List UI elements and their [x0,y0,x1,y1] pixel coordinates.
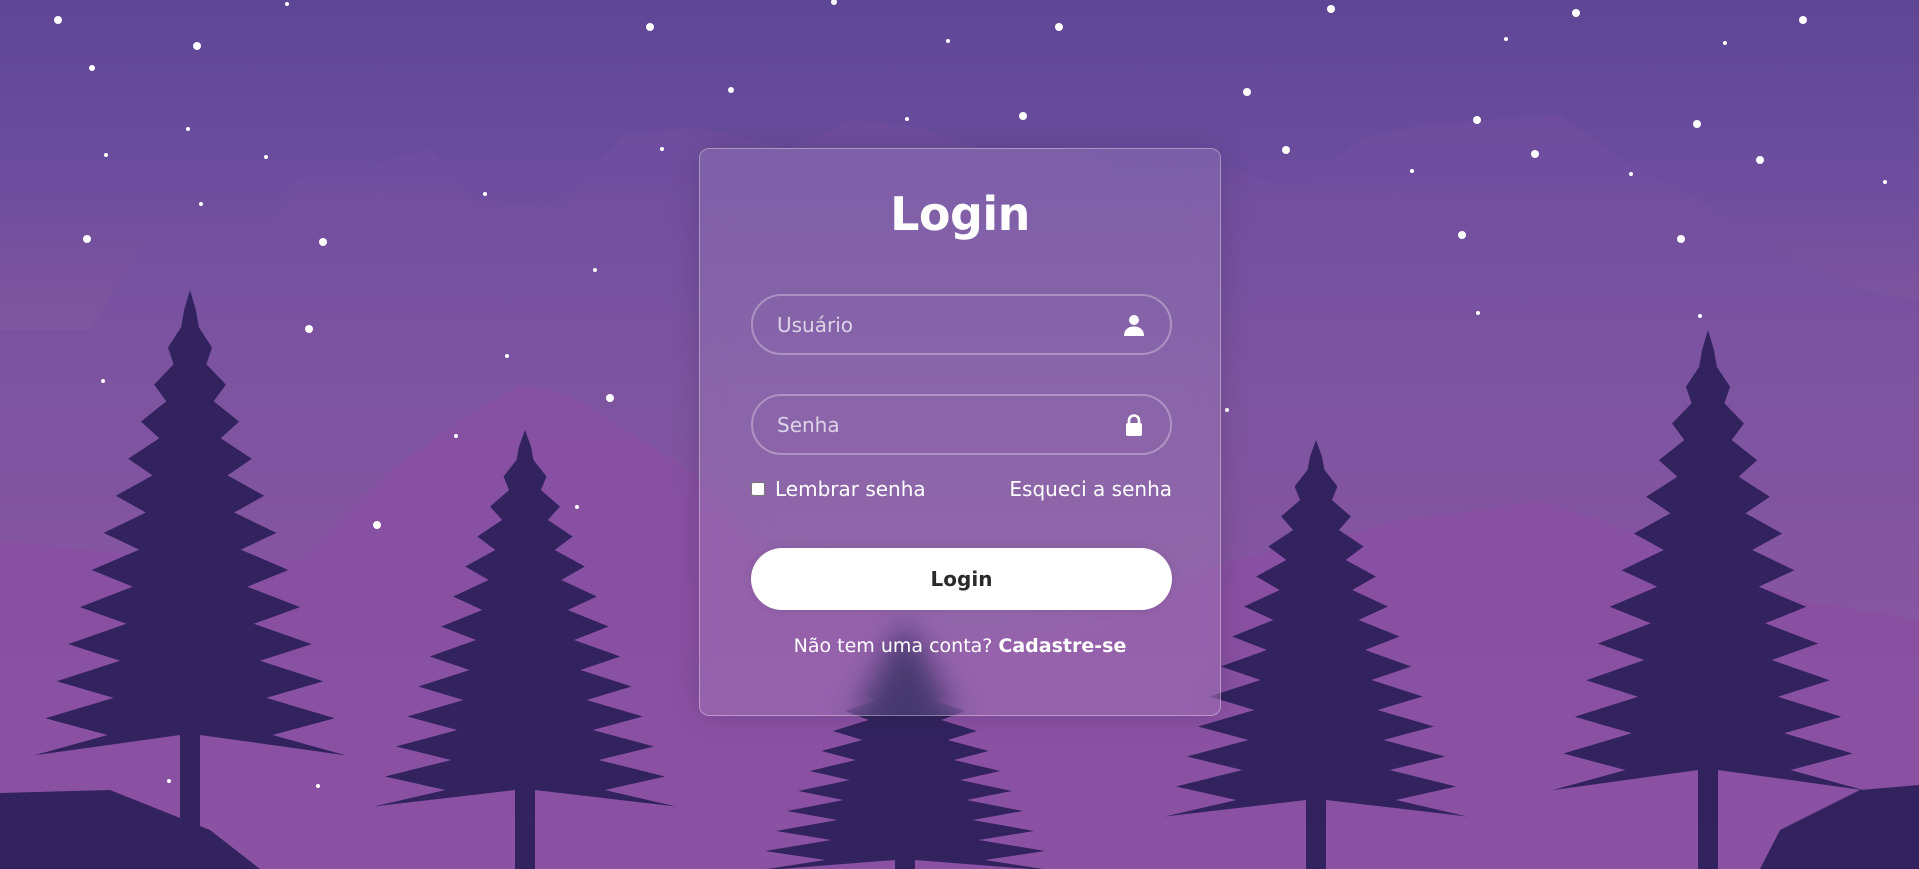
star [316,784,320,788]
star [89,65,95,71]
star [660,147,664,151]
password-field [751,394,1172,455]
star [1629,172,1633,176]
star [728,87,734,93]
star [193,42,201,50]
star [454,434,458,438]
star [946,39,950,43]
star [646,23,654,31]
star [285,2,289,6]
star [575,505,579,509]
star [264,155,268,159]
star [1458,231,1466,239]
star [167,779,171,783]
star [483,192,487,196]
star [1799,16,1807,24]
star [1410,169,1414,173]
username-field [751,294,1172,355]
star [101,379,105,383]
star [1055,23,1063,31]
remember-checkbox[interactable] [751,482,765,496]
star [606,394,614,402]
star [319,238,327,246]
register-prompt: Não tem uma conta? [793,635,993,657]
star [1883,180,1887,184]
remember-text: Lembrar senha [775,477,926,501]
star [373,521,381,529]
star [1572,9,1580,17]
page-title: Login [890,187,1030,241]
star [1698,314,1702,318]
star [305,325,313,333]
star [104,153,108,157]
star [1504,37,1508,41]
star [831,0,837,5]
forgot-password-link[interactable]: Esqueci a senha [1009,474,1172,504]
remember-row: Lembrar senha Esqueci a senha [751,474,1172,504]
star [1531,150,1539,158]
star [1756,156,1764,164]
star [1282,146,1290,154]
star [1723,41,1727,45]
star [1677,235,1685,243]
lock-icon [1126,413,1142,436]
star [505,354,509,358]
username-input[interactable] [753,296,1170,353]
star [83,235,91,243]
login-form: Login Lembrar senha Esqueci a senha Logi… [699,148,1221,716]
star [199,202,203,206]
login-button[interactable]: Login [751,548,1172,610]
star [1693,120,1701,128]
star [1476,311,1480,315]
password-input[interactable] [753,396,1170,453]
register-link[interactable]: Cadastre-se [998,635,1126,657]
star [905,117,909,121]
user-icon [1124,314,1144,336]
star [593,268,597,272]
star [1473,116,1481,124]
star [1225,408,1229,412]
star [1327,5,1335,13]
star [54,16,62,24]
star [1019,112,1027,120]
star [186,127,190,131]
star [1243,88,1251,96]
register-row: Não tem uma conta? Cadastre-se [700,635,1220,657]
remember-label[interactable]: Lembrar senha [751,474,926,504]
